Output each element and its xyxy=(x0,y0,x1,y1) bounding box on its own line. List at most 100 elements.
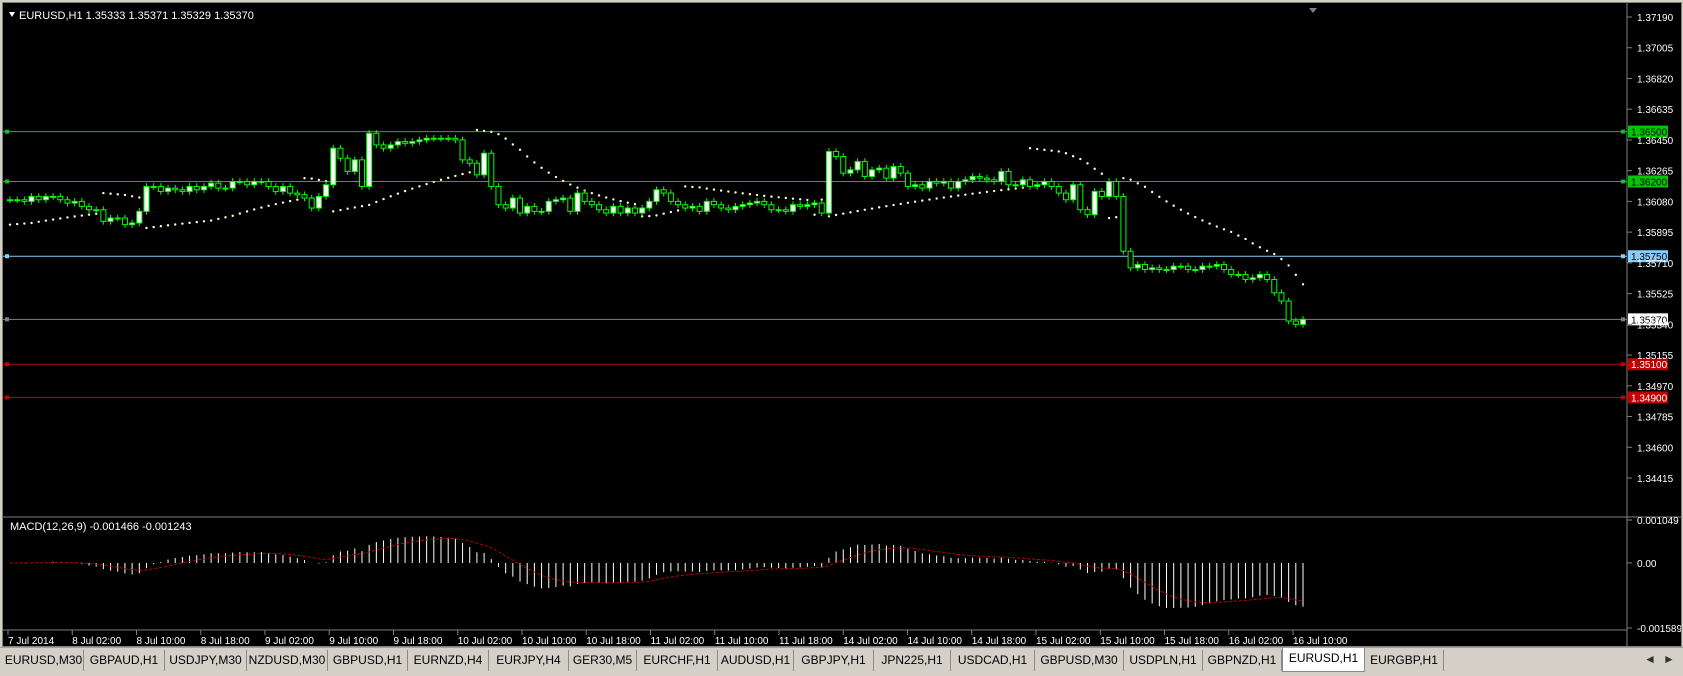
sar-dot xyxy=(353,206,356,209)
candle-body xyxy=(294,192,301,196)
line-handle-right[interactable] xyxy=(1621,317,1625,322)
sar-dot xyxy=(877,206,881,209)
sar-dot xyxy=(791,197,795,200)
sar-dot xyxy=(274,202,277,206)
candle-body xyxy=(761,200,768,206)
tab-eurgbp-h1[interactable]: EURGBP,H1 xyxy=(1365,650,1444,671)
tab-jpn225-h1[interactable]: JPN225,H1 xyxy=(874,650,951,671)
price-tick-label: 1.36265 xyxy=(1637,167,1674,178)
sar-dot xyxy=(1043,148,1046,152)
sar-dot xyxy=(1100,172,1104,175)
tab-eurnzd-h4[interactable]: EURNZD,H4 xyxy=(408,650,489,671)
candle-body xyxy=(1134,264,1141,269)
line-handle-left[interactable] xyxy=(5,179,9,184)
candle-body xyxy=(78,200,85,207)
sar-dot xyxy=(1258,246,1262,249)
time-tick-label: 14 Jul 18:00 xyxy=(972,636,1027,646)
sar-dot xyxy=(691,185,694,189)
chart-window[interactable]: 1.36500 1.36200 1.35750 1.35370 1.35100 1.349… xyxy=(2,2,1682,647)
tabs-scroll-left-icon[interactable]: ◄ xyxy=(1644,652,1656,666)
tab-nzdusd-m30[interactable]: NZDUSD,M30 xyxy=(247,650,328,671)
line-handle-left[interactable] xyxy=(5,129,9,134)
line-handle-right[interactable] xyxy=(1621,395,1625,400)
sar-dot xyxy=(159,225,163,228)
tab-gbpjpy-h1[interactable]: GBPJPY,H1 xyxy=(794,650,874,671)
sar-dot xyxy=(15,222,19,226)
price-chart[interactable]: 1.365001.362001.357501.353701.351001.349… xyxy=(3,3,1682,647)
sar-dot xyxy=(662,212,665,215)
candlesticks xyxy=(6,129,1307,328)
price-tick-label: 1.35525 xyxy=(1637,290,1674,301)
candle-body xyxy=(1041,180,1048,186)
tab-gbpaud-h1[interactable]: GBPAUD,H1 xyxy=(84,650,165,671)
line-handle-right[interactable] xyxy=(1621,362,1625,367)
tab-usdcad-h1[interactable]: USDCAD,H1 xyxy=(951,650,1035,671)
candle-body xyxy=(93,209,100,212)
candle-body xyxy=(488,152,495,187)
line-handle-left[interactable] xyxy=(5,254,9,259)
price-tick-label: 1.36080 xyxy=(1637,197,1674,208)
price-tick-label: 1.34785 xyxy=(1637,413,1674,424)
macd-tick-label: 0.001049 xyxy=(1637,516,1679,527)
collapse-triangle-icon[interactable] xyxy=(9,12,15,17)
line-handle-left[interactable] xyxy=(5,395,9,400)
sar-dot xyxy=(209,219,213,222)
candle-body xyxy=(926,180,933,189)
tab-usdjpy-m30[interactable]: USDJPY,M30 xyxy=(165,650,247,671)
candle-body xyxy=(466,159,473,164)
sar-dot xyxy=(1172,204,1175,207)
sar-dot xyxy=(37,220,40,224)
sar-dot xyxy=(1179,208,1183,211)
tab-ger30-m5[interactable]: GER30,M5 xyxy=(569,650,637,671)
horizontal-levels[interactable]: 1.365001.362001.357501.353701.351001.349… xyxy=(3,125,1668,405)
sar-dot xyxy=(1079,157,1082,161)
line-handle-left[interactable] xyxy=(5,362,9,367)
candle-body xyxy=(560,197,567,201)
sar-dot xyxy=(1280,257,1283,261)
sar-dot xyxy=(576,186,579,189)
candle-body xyxy=(1156,267,1163,271)
candle-body xyxy=(1199,265,1206,271)
tabs-scroll-right-icon[interactable]: ► xyxy=(1663,652,1675,666)
candle-body xyxy=(754,200,761,204)
tab-eurusd-m30[interactable]: EURUSD,M30 xyxy=(4,650,84,671)
macd-pane[interactable] xyxy=(10,536,1304,609)
sar-dot xyxy=(439,178,443,182)
candle-body xyxy=(344,157,351,172)
sar-dot xyxy=(432,180,436,184)
tab-usdpln-h1[interactable]: USDPLN,H1 xyxy=(1124,650,1203,671)
time-axis[interactable]: 7 Jul 2014 8 Jul 02:00 8 Jul 10:00 8 Jul 18… xyxy=(7,630,1348,647)
tab-gbpusd-h1[interactable]: GBPUSD,H1 xyxy=(328,650,408,671)
scroll-marker-icon[interactable] xyxy=(1309,8,1317,13)
candle-body xyxy=(1206,265,1213,268)
candle-body xyxy=(596,204,603,211)
tab-eurchf-h1[interactable]: EURCHF,H1 xyxy=(637,650,718,671)
sar-dot xyxy=(396,192,400,195)
price-axis[interactable]: 1.37190 1.37005 1.36820 1.36635 1.36450 1.362… xyxy=(1627,13,1674,485)
candle-body xyxy=(473,162,480,176)
line-handle-right[interactable] xyxy=(1621,179,1625,184)
candle-body xyxy=(890,166,897,179)
sar-dot xyxy=(468,171,471,174)
line-handle-left[interactable] xyxy=(5,317,9,322)
candle-body xyxy=(639,207,646,214)
candle-body xyxy=(165,187,172,192)
tab-eurjpy-h4[interactable]: EURJPY,H4 xyxy=(489,650,569,671)
candle-body xyxy=(1220,264,1227,271)
sar-dot xyxy=(734,191,737,194)
line-handle-right[interactable] xyxy=(1621,254,1625,259)
tab-gbpusd-m30[interactable]: GBPUSD,M30 xyxy=(1035,650,1124,671)
time-tick-label: 8 Jul 02:00 xyxy=(72,636,121,646)
candle-body xyxy=(1034,184,1041,187)
line-handle-right[interactable] xyxy=(1621,129,1625,134)
candle-body xyxy=(495,185,502,206)
time-tick-label: 8 Jul 10:00 xyxy=(137,636,186,646)
tab-eurusd-h1[interactable]: EURUSD,H1 xyxy=(1282,648,1365,672)
candle-body xyxy=(394,141,401,146)
sar-dot xyxy=(741,192,744,195)
tab-audusd-h1[interactable]: AUDUSD,H1 xyxy=(718,650,794,671)
candle-body xyxy=(1084,209,1091,216)
candle-body xyxy=(919,184,926,189)
candle-body xyxy=(1149,267,1156,271)
tab-gbpnzd-h1[interactable]: GBPNZD,H1 xyxy=(1203,650,1282,671)
